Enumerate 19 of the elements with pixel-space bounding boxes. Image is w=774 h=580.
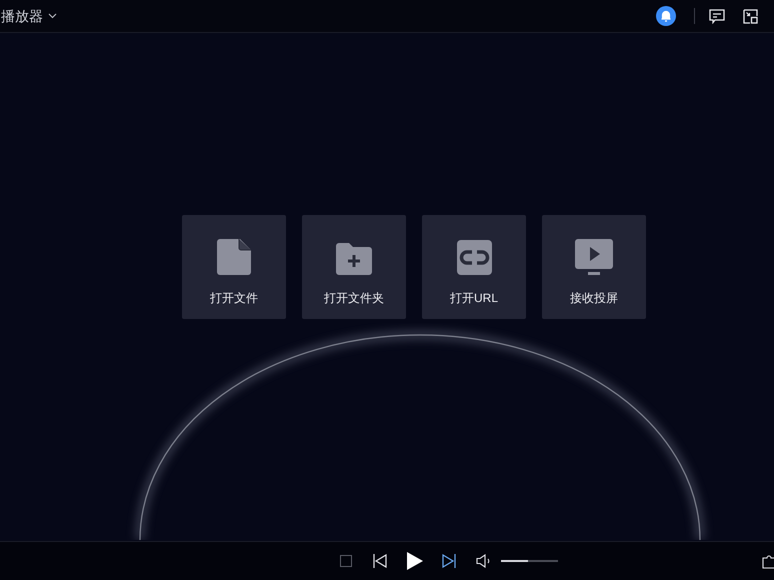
window-title: 播放器 [1,6,43,26]
puzzle-icon[interactable] [762,553,774,569]
link-icon [456,240,492,275]
play-icon[interactable] [407,552,423,570]
volume-icon[interactable] [476,554,491,568]
minimize-window-icon[interactable] [743,8,758,24]
previous-icon[interactable] [373,554,387,568]
bell-icon[interactable] [656,6,676,26]
monitor-play-icon [575,239,613,275]
next-icon[interactable] [442,554,456,568]
chevron-down-icon[interactable] [48,13,57,19]
stop-icon[interactable] [340,555,352,567]
message-icon[interactable] [709,8,725,24]
action-card[interactable]: 打开URL [422,215,526,319]
action-card[interactable]: 接收投屏 [542,215,646,319]
folder-plus-icon [336,243,372,275]
action-card[interactable]: 打开文件 [182,215,286,319]
action-card[interactable]: 打开文件夹 [302,215,406,319]
document-icon [217,239,251,275]
